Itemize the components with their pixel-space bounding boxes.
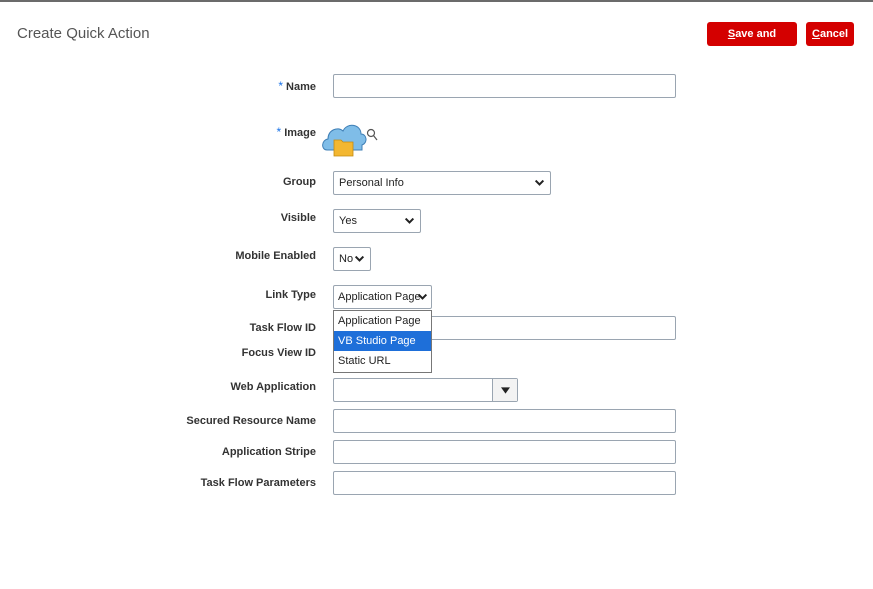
visible-label: Visible [280,212,316,224]
save-label: ave and Close [735,28,777,64]
visible-select[interactable]: Yes [333,209,421,233]
link-type-dropdown-list: Application Page VB Studio Page Static U… [333,310,432,373]
link-type-option-application-page[interactable]: Application Page [334,311,431,331]
required-marker: * [278,79,284,93]
group-value: Personal Info [339,177,404,189]
visible-value: Yes [339,215,357,227]
save-and-close-button[interactable]: Save and Close [707,22,797,64]
mobile-enabled-label: Mobile Enabled [235,250,316,262]
name-label: * Name [278,79,316,93]
secured-resource-name-label: Secured Resource Name [186,415,316,427]
link-type-label: Link Type [265,289,316,301]
secured-resource-name-input[interactable] [333,409,676,433]
task-flow-id-label: Task Flow ID [249,322,316,334]
link-type-option-vb-studio-page[interactable]: VB Studio Page [334,331,431,351]
link-type-option-static-url[interactable]: Static URL [334,351,431,371]
image-label: * Image [277,125,316,139]
chevron-down-icon [354,255,365,262]
web-application-combobox[interactable] [333,378,518,402]
cancel-button[interactable]: Cancel [806,22,854,46]
name-input[interactable] [333,74,676,98]
chevron-down-icon [404,217,415,224]
image-picker[interactable] [321,118,381,158]
mobile-enabled-value: No [339,253,354,265]
dropdown-button[interactable] [492,379,517,401]
search-icon[interactable] [366,128,378,142]
link-type-select[interactable]: Application Page [333,285,432,309]
required-marker: * [276,125,282,139]
caret-down-icon [500,387,510,394]
task-flow-parameters-label: Task Flow Parameters [200,477,316,489]
focus-view-id-label: Focus View ID [241,347,316,359]
application-stripe-label: Application Stripe [221,446,316,458]
link-type-value: Application Page [338,291,421,303]
web-application-label: Web Application [230,381,316,393]
group-label: Group [283,176,316,188]
chevron-down-icon [534,179,545,186]
cancel-accel-key: C [812,28,820,40]
page-title: Create Quick Action [17,25,150,42]
top-border [0,0,873,2]
name-label-text: Name [286,81,316,93]
application-stripe-input[interactable] [333,440,676,464]
image-label-text: Image [284,127,316,139]
cancel-label: ancel [819,28,849,40]
mobile-enabled-select[interactable]: No [333,247,371,271]
group-select[interactable]: Personal Info [333,171,551,195]
task-flow-parameters-input[interactable] [333,471,676,495]
chevron-down-icon [417,293,428,300]
